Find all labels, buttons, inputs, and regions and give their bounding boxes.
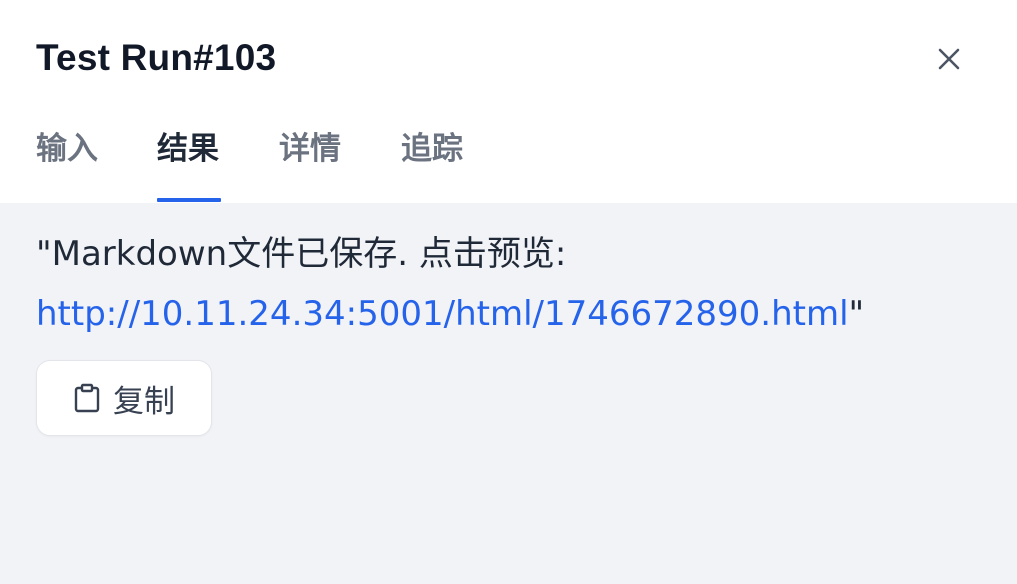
tab-trace[interactable]: 追踪: [401, 128, 463, 170]
copy-button-label: 复制: [113, 383, 175, 420]
panel-header: Test Run#103 输入 结果 详情 追踪: [0, 0, 1017, 203]
result-suffix: ": [848, 294, 865, 334]
tab-input[interactable]: 输入: [36, 128, 98, 170]
tab-result[interactable]: 结果: [157, 128, 219, 170]
result-prefix: "Markdown文件已保存. 点击预览:: [36, 234, 567, 274]
result-text: "Markdown文件已保存. 点击预览: http://10.11.24.34…: [36, 224, 986, 344]
test-run-panel: Test Run#103 输入 结果 详情 追踪 "Markdown文件已保存.…: [0, 0, 1017, 584]
tab-details[interactable]: 详情: [279, 128, 341, 170]
clipboard-icon: [73, 383, 101, 413]
tab-bar: 输入 结果 详情 追踪: [0, 118, 1017, 203]
panel-title: Test Run#103: [36, 37, 277, 78]
preview-link[interactable]: http://10.11.24.34:5001/html/1746672890.…: [36, 294, 849, 334]
copy-button[interactable]: 复制: [36, 360, 212, 436]
close-icon: [938, 48, 960, 70]
close-button[interactable]: [928, 38, 970, 80]
active-tab-indicator: [157, 198, 221, 202]
